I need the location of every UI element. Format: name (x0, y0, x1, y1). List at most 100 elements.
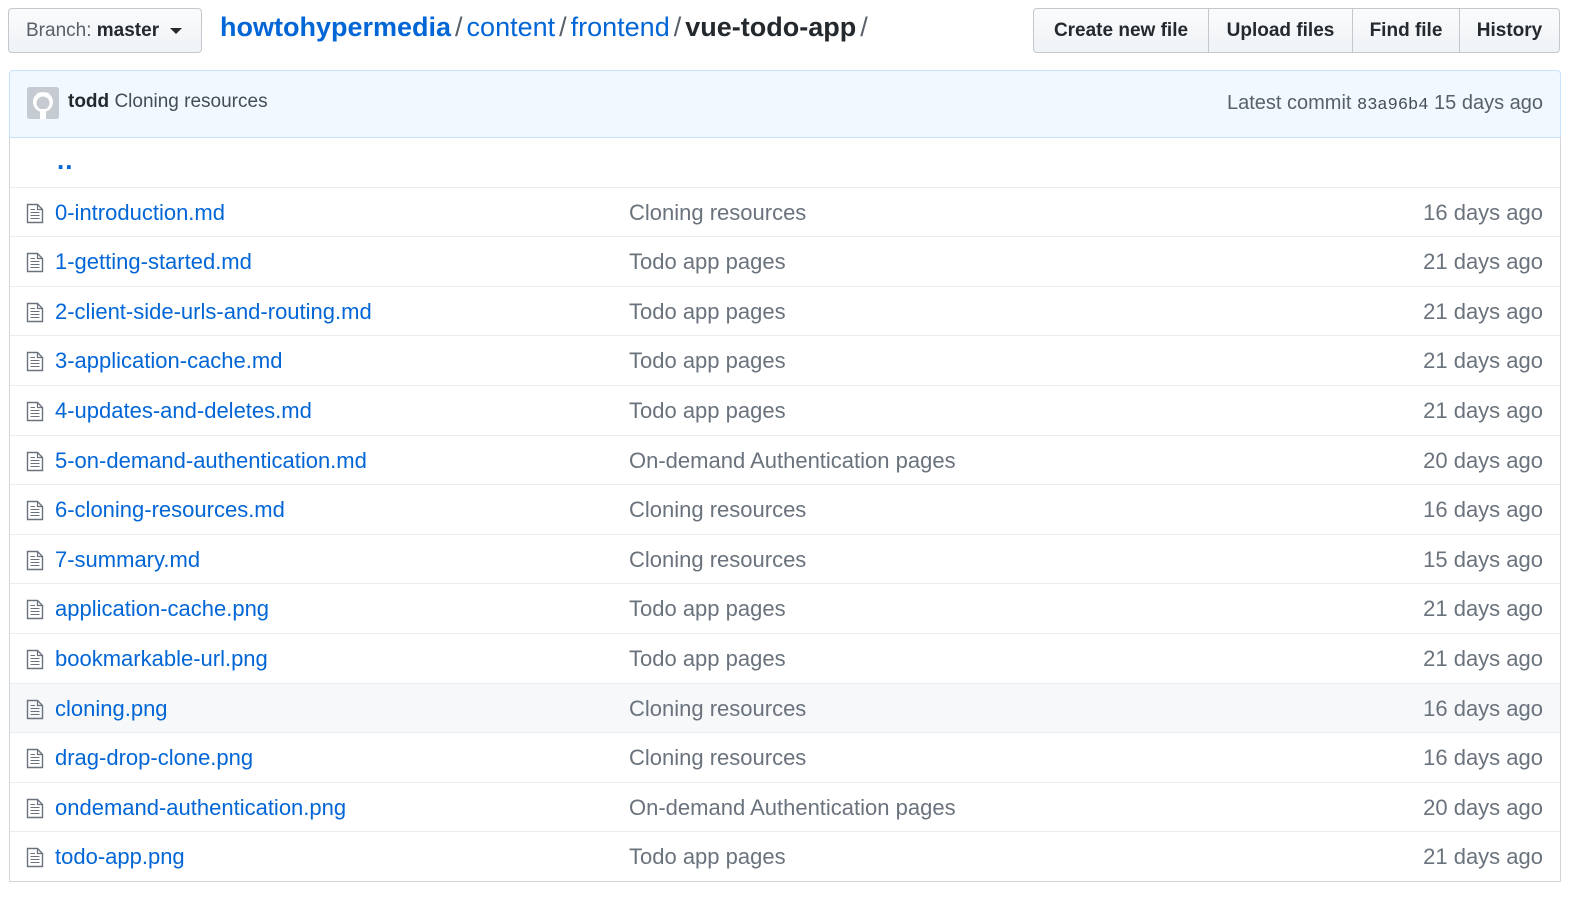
file-commit-message[interactable]: Todo app pages (629, 347, 786, 375)
file-row: cloning.png Cloning resources 16 days ag… (10, 682, 1560, 733)
file-row: todo-app.png Todo app pages 21 days ago (10, 831, 1560, 881)
file-commit-message[interactable]: Todo app pages (629, 645, 786, 673)
file-age: 16 days ago (1423, 745, 1543, 771)
file-name-link[interactable]: 7-summary.md (55, 546, 200, 574)
branch-select-button[interactable]: Branch: master (8, 8, 202, 53)
breadcrumb-separator: / (860, 12, 868, 42)
breadcrumb: howtohypermedia / content / frontend / vue-tod… (220, 10, 872, 44)
upload-files-button[interactable]: Upload files (1208, 8, 1353, 53)
file-age: 21 days ago (1423, 645, 1543, 671)
file-commit-message[interactable]: Todo app pages (629, 843, 786, 871)
file-row: 1-getting-started.md Todo app pages 21 d… (10, 236, 1560, 286)
breadcrumb-repo-link[interactable]: howtohypermedia (220, 12, 451, 42)
file-name-link[interactable]: application-cache.png (55, 595, 269, 623)
commit-age: 15 days ago (1434, 92, 1543, 114)
history-button[interactable]: History (1459, 8, 1560, 53)
file-name-link[interactable]: cloning.png (55, 695, 168, 723)
file-age: 21 days ago (1423, 596, 1543, 622)
file-name-link[interactable]: drag-drop-clone.png (55, 744, 253, 772)
file-age: 21 days ago (1423, 348, 1543, 374)
file-age: 21 days ago (1423, 844, 1543, 870)
file-name-link[interactable]: 4-updates-and-deletes.md (55, 397, 312, 425)
file-commit-message[interactable]: Todo app pages (629, 397, 786, 425)
file-name-link[interactable]: 0-introduction.md (55, 199, 225, 227)
file-icon (26, 352, 44, 372)
file-icon (26, 649, 44, 670)
file-icon (26, 252, 44, 273)
file-age: 16 days ago (1423, 497, 1543, 523)
file-icon (26, 848, 44, 868)
file-commit-message[interactable]: Todo app pages (629, 298, 786, 326)
file-actions-group: Create new file Upload files Find file H… (1033, 8, 1560, 53)
file-commit-message[interactable]: Cloning resources (629, 744, 806, 772)
file-name-link[interactable]: bookmarkable-url.png (55, 645, 268, 673)
file-age: 20 days ago (1423, 794, 1543, 820)
file-icon (26, 600, 44, 620)
file-age: 21 days ago (1423, 397, 1543, 423)
file-name-link[interactable]: 2-client-side-urls-and-routing.md (55, 298, 372, 326)
file-row: application-cache.png Todo app pages 21 … (10, 583, 1560, 633)
file-icon (26, 798, 44, 818)
file-navigation: Branch: master howtohypermedia / content / f… (0, 0, 1582, 62)
file-row: 0-introduction.md Cloning resources 16 d… (10, 186, 1560, 237)
avatar[interactable] (27, 87, 59, 119)
breadcrumb-current-folder: vue-todo-app (685, 12, 857, 42)
file-commit-message[interactable]: Cloning resources (629, 546, 806, 574)
file-age: 16 days ago (1423, 199, 1543, 225)
file-commit-message[interactable]: On-demand Authentication pages (629, 447, 956, 475)
breadcrumb-content-link[interactable]: content (467, 12, 556, 42)
file-row: 3-application-cache.md Todo app pages 21… (10, 335, 1560, 385)
file-row: 7-summary.md Cloning resources 15 days a… (10, 533, 1560, 584)
branch-name: master (96, 20, 160, 41)
file-age: 15 days ago (1423, 546, 1543, 572)
commit-title: todd Cloning resources (68, 89, 268, 115)
file-commit-message[interactable]: Todo app pages (629, 248, 786, 276)
commit-meta: Latest commit 83a96b4 15 days ago (1227, 90, 1543, 119)
create-new-file-button[interactable]: Create new file (1033, 8, 1209, 53)
breadcrumb-frontend-link[interactable]: frontend (571, 12, 670, 42)
file-name-link[interactable]: todo-app.png (55, 843, 185, 871)
file-name-link[interactable]: 6-cloning-resources.md (55, 496, 285, 524)
breadcrumb-separator: / (673, 12, 682, 42)
file-icon (26, 550, 44, 570)
file-age: 20 days ago (1423, 447, 1543, 473)
latest-commit-bar: todd Cloning resources Latest commit 83a… (9, 70, 1561, 138)
file-icon (26, 302, 44, 322)
file-row: 5-on-demand-authentication.md On-demand … (10, 434, 1560, 485)
file-list: .. 0-introduction.md Cloning resources 1… (9, 137, 1561, 882)
file-row: ondemand-authentication.png On-demand Au… (10, 781, 1560, 832)
file-name-link[interactable]: 3-application-cache.md (55, 347, 282, 375)
file-row: 4-updates-and-deletes.md Todo app pages … (10, 384, 1560, 435)
file-icon (26, 203, 44, 223)
latest-commit-label: Latest commit (1226, 92, 1352, 114)
file-icon (26, 401, 44, 422)
parent-directory-row: .. (10, 137, 1560, 187)
file-commit-message[interactable]: On-demand Authentication pages (629, 794, 956, 822)
file-age: 21 days ago (1423, 249, 1543, 275)
file-row: 2-client-side-urls-and-routing.md Todo a… (10, 285, 1560, 336)
file-icon (26, 451, 44, 471)
breadcrumb-separator: / (559, 12, 567, 42)
file-row: 6-cloning-resources.md Cloning resources… (10, 484, 1560, 534)
commit-author[interactable]: todd (68, 91, 109, 112)
caret-down-icon (170, 27, 183, 34)
file-row: bookmarkable-url.png Todo app pages 21 d… (10, 632, 1560, 683)
commit-message[interactable]: Cloning resources (114, 91, 267, 112)
file-commit-message[interactable]: Cloning resources (629, 496, 806, 524)
file-commit-message[interactable]: Cloning resources (629, 695, 806, 723)
file-name-link[interactable]: 5-on-demand-authentication.md (55, 447, 367, 475)
file-icon (26, 699, 44, 719)
file-row: drag-drop-clone.png Cloning resources 16… (10, 732, 1560, 782)
file-name-link[interactable]: ondemand-authentication.png (55, 794, 346, 822)
commit-sha[interactable]: 83a96b4 (1357, 96, 1428, 115)
breadcrumb-separator: / (455, 12, 463, 42)
file-icon (26, 500, 44, 521)
file-commit-message[interactable]: Todo app pages (629, 595, 786, 623)
file-name-link[interactable]: 1-getting-started.md (55, 248, 252, 276)
find-file-button[interactable]: Find file (1352, 8, 1460, 53)
file-age: 21 days ago (1423, 298, 1543, 324)
parent-directory-link[interactable]: .. (57, 145, 73, 176)
default-avatar-icon (27, 87, 59, 119)
file-commit-message[interactable]: Cloning resources (629, 199, 806, 227)
file-icon (26, 748, 44, 769)
